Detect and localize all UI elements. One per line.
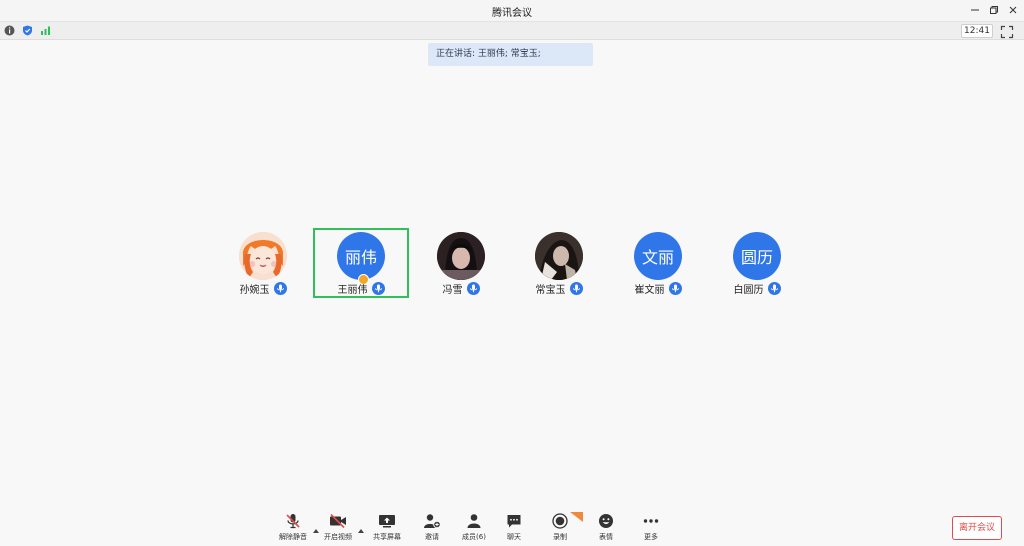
avatar-initials: 圆历 (740, 248, 773, 267)
participant-label: 白圆历 (709, 281, 805, 296)
unmute-button[interactable]: 解除静音 (273, 512, 313, 544)
participant-label: 冯雪 (413, 281, 509, 296)
avatar (535, 232, 583, 280)
photo-avatar-image (437, 232, 485, 280)
emoji-icon (597, 512, 615, 530)
participant-name: 常宝玉 (535, 284, 566, 296)
status-bar: 12:41 (0, 22, 1024, 40)
chat-label: 聊天 (507, 533, 521, 541)
leave-meeting-button[interactable]: 离开会议 (952, 516, 1002, 540)
more-dots-icon (642, 512, 660, 530)
share-screen-label: 共享屏幕 (373, 533, 401, 541)
speaking-indicator: 正在讲话: 王丽伟; 常宝玉; (428, 43, 593, 66)
participant-name: 王丽伟 (337, 284, 368, 296)
participant-tile[interactable]: 圆历 白圆历 (709, 228, 805, 298)
participant-name: 白圆历 (733, 284, 764, 296)
members-button[interactable]: 成员(6) (454, 512, 494, 544)
close-button[interactable] (1005, 2, 1021, 18)
share-screen-button[interactable]: 共享屏幕 (367, 512, 407, 544)
record-badge-icon (570, 512, 583, 522)
photo-avatar-image (535, 232, 583, 280)
chat-icon (505, 512, 523, 530)
meeting-toolbar: 解除静音 开启视频 共享屏幕 邀请 成员(6) 聊天 录制 表情 更多 (0, 510, 1024, 546)
microphone-icon (371, 281, 385, 295)
members-label: 成员(6) (462, 533, 486, 541)
microphone-icon (767, 281, 781, 295)
participant-label: 常宝玉 (511, 281, 607, 296)
start-video-label: 开启视频 (324, 533, 352, 541)
signal-icon[interactable] (40, 25, 51, 36)
participant-name: 冯雪 (442, 284, 463, 296)
share-screen-icon (378, 512, 396, 530)
avatar: 文丽 (634, 232, 682, 280)
minimize-icon (971, 9, 979, 11)
add-user-icon (423, 512, 441, 530)
invite-label: 邀请 (425, 533, 439, 541)
participant-tile[interactable]: 文丽 崔文丽 (610, 228, 706, 298)
participant-tile[interactable]: 孙婉玉 (215, 228, 311, 298)
chat-button[interactable]: 聊天 (494, 512, 534, 544)
record-icon (551, 512, 569, 530)
close-icon (1009, 6, 1017, 14)
avatar: 圆历 (733, 232, 781, 280)
microphone-icon (273, 281, 287, 295)
unmute-label: 解除静音 (279, 533, 307, 541)
reactions-label: 表情 (599, 533, 613, 541)
more-label: 更多 (644, 533, 658, 541)
window-title: 腾讯会议 (492, 8, 532, 19)
microphone-icon (569, 281, 583, 295)
anime-avatar-image (239, 232, 287, 280)
restore-icon (990, 6, 998, 14)
participant-tile[interactable]: 冯雪 (413, 228, 509, 298)
participant-tile[interactable]: 常宝玉 (511, 228, 607, 298)
record-label: 录制 (553, 533, 567, 541)
avatar-initials: 文丽 (641, 248, 674, 267)
info-icon[interactable] (4, 25, 15, 36)
start-video-button[interactable]: 开启视频 (318, 512, 358, 544)
restore-button[interactable] (986, 2, 1002, 18)
avatar-initials: 丽伟 (344, 248, 377, 267)
meeting-window: 腾讯会议 12:41 正在讲话: 王丽伟; 常宝玉; 孙婉玉 丽伟 王丽伟 冯雪… (0, 0, 1024, 546)
avatar (239, 232, 287, 280)
minimize-button[interactable] (967, 2, 983, 18)
participant-name: 崔文丽 (634, 284, 665, 296)
microphone-icon (668, 281, 682, 295)
fullscreen-button[interactable] (1000, 24, 1014, 39)
video-options-caret-icon[interactable] (357, 520, 365, 533)
microphone-icon (466, 281, 480, 295)
members-icon (465, 512, 483, 530)
video-off-icon (329, 512, 347, 530)
more-button[interactable]: 更多 (631, 512, 671, 544)
meeting-clock: 12:41 (961, 24, 993, 38)
shield-icon[interactable] (22, 25, 33, 36)
avatar: 丽伟 (337, 232, 385, 280)
fullscreen-icon (1000, 25, 1014, 39)
participant-label: 王丽伟 (315, 281, 407, 296)
participant-tile-active[interactable]: 丽伟 王丽伟 (313, 228, 409, 298)
title-bar: 腾讯会议 (0, 0, 1024, 22)
avatar (437, 232, 485, 280)
participant-label: 孙婉玉 (215, 281, 311, 296)
participant-name: 孙婉玉 (239, 284, 270, 296)
muted-microphone-icon (284, 512, 302, 530)
reactions-button[interactable]: 表情 (586, 512, 626, 544)
invite-button[interactable]: 邀请 (412, 512, 452, 544)
participant-label: 崔文丽 (610, 281, 706, 296)
